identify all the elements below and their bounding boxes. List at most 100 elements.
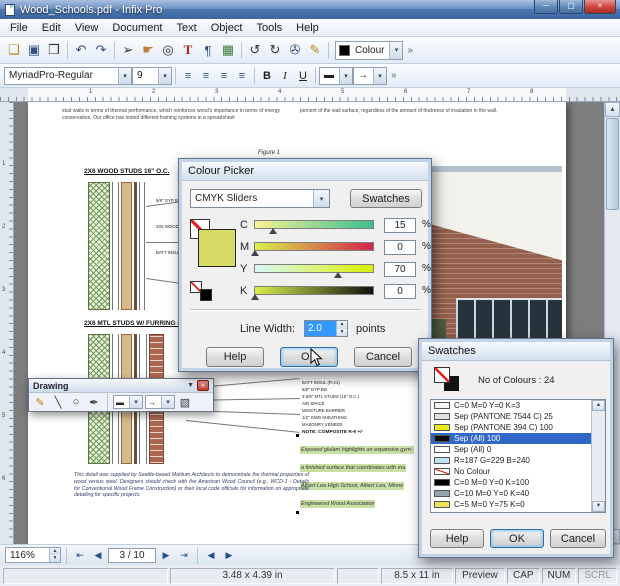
scrollbar-thumb[interactable] [606, 118, 619, 210]
drawing-palette-titlebar[interactable]: Drawing ▼ × [29, 379, 213, 393]
chevron-down-icon[interactable]: ▾ [389, 42, 402, 59]
close-button[interactable]: × [584, 0, 616, 14]
colour-mode-select[interactable]: CMYK Sliders ▾ [190, 189, 330, 208]
swatch-row[interactable]: C=10 M=0 Y=0 K=40 [431, 488, 591, 499]
rotate-right-icon[interactable]: ↻ [265, 40, 285, 60]
fill-black-swatch[interactable] [200, 289, 212, 301]
slider-marker[interactable] [334, 272, 342, 278]
menu-text[interactable]: Text [170, 22, 204, 34]
help-button[interactable]: Help [206, 347, 264, 367]
menu-file[interactable]: File [3, 22, 35, 34]
swatches-titlebar[interactable]: Swatches [422, 342, 610, 361]
line-width-spinner[interactable]: 2.0 ▲▼ [304, 320, 348, 337]
titlebar[interactable]: Wood_Schools.pdf - Infix Pro [0, 0, 620, 19]
last-page-button[interactable]: ⇥ [176, 547, 192, 563]
font-family-combo[interactable]: MyriadPro-Regular ▾ [4, 67, 132, 85]
align-justify-icon[interactable]: ≡ [233, 67, 251, 85]
save-icon[interactable]: ▣ [24, 40, 44, 60]
chevron-down-icon[interactable]: ▾ [161, 396, 174, 408]
cyan-slider[interactable] [254, 220, 374, 229]
chevron-down-icon[interactable]: ▼ [187, 382, 194, 389]
forward-view-button[interactable]: ▶ [221, 547, 237, 563]
black-value-field[interactable]: 0 [384, 284, 416, 299]
underline-icon[interactable]: U [294, 67, 312, 85]
list-scrollbar[interactable]: ▲ ▼ [591, 400, 605, 512]
line-icon[interactable]: ╲ [50, 394, 66, 410]
yellow-slider[interactable] [254, 264, 374, 273]
hand-tool-icon[interactable]: ☛ [138, 40, 158, 60]
swatch-row[interactable]: R=187 G=229 B=240 [431, 455, 591, 466]
chevron-down-icon[interactable]: ▾ [339, 68, 352, 84]
next-page-button[interactable]: ▶ [158, 547, 174, 563]
swatch-row[interactable]: No Colour [431, 466, 591, 477]
menu-document[interactable]: Document [105, 22, 169, 34]
line-width-spin-arrows[interactable]: ▲▼ [336, 321, 347, 336]
line-style-combo[interactable]: ▬ ▾ [319, 67, 353, 85]
previous-page-button[interactable]: ◀ [90, 547, 106, 563]
align-center-icon[interactable]: ≡ [197, 67, 215, 85]
first-page-button[interactable]: ⇤ [72, 547, 88, 563]
select-tool-icon[interactable]: ➢ [118, 40, 138, 60]
chevron-down-icon[interactable]: ▾ [129, 396, 142, 408]
ellipse-icon[interactable]: ○ [68, 394, 84, 410]
black-slider[interactable] [254, 286, 374, 295]
swatch-row[interactable]: Sep (All) 0 [431, 444, 591, 455]
cyan-value-field[interactable]: 15 [384, 218, 416, 233]
swatch-row[interactable]: Sep (PANTONE 7544 C) 25 [431, 411, 591, 422]
swatch-row[interactable]: C=5 M=0 Y=75 K=0 [431, 499, 591, 510]
ok-button[interactable]: OK [280, 347, 338, 367]
close-icon[interactable]: × [197, 380, 209, 391]
chevron-down-icon[interactable]: ▾ [158, 68, 171, 84]
menu-object[interactable]: Object [204, 22, 250, 34]
colour-picker-titlebar[interactable]: Colour Picker [182, 162, 428, 181]
align-right-icon[interactable]: ≡ [215, 67, 233, 85]
text-tool-icon[interactable]: T [178, 40, 198, 60]
font-size-combo[interactable]: 9 ▾ [132, 67, 172, 85]
zoom-spinner[interactable]: ▲▼ [49, 548, 60, 562]
arrow-style-combo[interactable]: → ▾ [353, 67, 387, 85]
page-number-field[interactable]: 3 / 10 [108, 548, 156, 563]
paragraph-tool-icon[interactable]: ¶ [198, 40, 218, 60]
magenta-value-field[interactable]: 0 [384, 240, 416, 255]
menu-view[interactable]: View [68, 22, 106, 34]
help-button[interactable]: Help [430, 529, 484, 548]
redo-icon[interactable]: ↷ [91, 40, 111, 60]
scroll-up-button[interactable]: ▲ [592, 400, 605, 411]
selection-handle[interactable] [296, 511, 299, 514]
print-icon[interactable]: ❒ [44, 40, 64, 60]
toolbar-overflow-icon[interactable]: » [391, 70, 397, 81]
ok-button[interactable]: OK [490, 529, 544, 548]
swatch-row[interactable]: Sep (All) 100 [431, 433, 591, 444]
back-view-button[interactable]: ◀ [203, 547, 219, 563]
swatch-row[interactable]: C=0 M=0 Y=0 K=100 [431, 477, 591, 488]
undo-icon[interactable]: ↶ [71, 40, 91, 60]
yellow-value-field[interactable]: 70 [384, 262, 416, 277]
bold-icon[interactable]: B [258, 67, 276, 85]
italic-icon[interactable]: I [276, 67, 294, 85]
slider-marker[interactable] [251, 250, 259, 256]
menu-help[interactable]: Help [289, 22, 326, 34]
toolbar-overflow-icon[interactable]: » [407, 45, 413, 56]
link-tool-icon[interactable]: ✇ [285, 40, 305, 60]
swatches-button[interactable]: Swatches [350, 189, 422, 208]
chevron-down-icon[interactable]: ▾ [373, 68, 386, 84]
swatch-row[interactable]: Sep (PANTONE 394 C) 100 [431, 422, 591, 433]
swatch-row[interactable]: C=0 M=0 Y=0 K=3 [431, 400, 591, 411]
cancel-button[interactable]: Cancel [354, 347, 412, 367]
scroll-up-button[interactable]: ▲ [605, 102, 620, 117]
slider-marker[interactable] [251, 294, 259, 300]
scroll-down-button[interactable]: ▼ [592, 501, 605, 512]
chevron-down-icon[interactable]: ▾ [118, 68, 131, 84]
minimize-button[interactable]: ─ [534, 0, 558, 14]
menu-edit[interactable]: Edit [35, 22, 68, 34]
align-left-icon[interactable]: ≡ [179, 67, 197, 85]
selection-handle[interactable] [296, 434, 299, 437]
zoom-combo[interactable]: 116% ▲▼ [5, 547, 61, 563]
rotate-left-icon[interactable]: ↺ [245, 40, 265, 60]
image-tool-icon[interactable]: ▦ [218, 40, 238, 60]
line-style-combo[interactable]: ▬ ▾ [113, 395, 143, 409]
menu-tools[interactable]: Tools [249, 22, 289, 34]
fill-style-icon[interactable]: ▧ [177, 394, 193, 410]
magenta-slider[interactable] [254, 242, 374, 251]
cancel-button[interactable]: Cancel [550, 529, 606, 548]
